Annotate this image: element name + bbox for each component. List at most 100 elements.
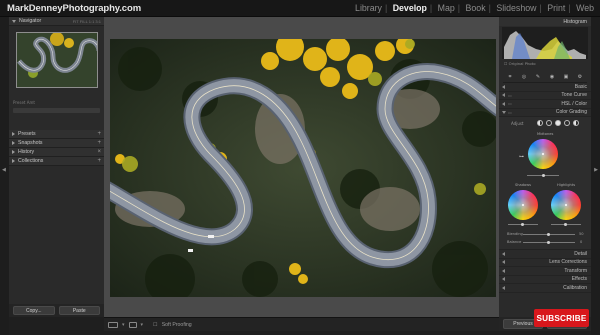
collapsed-triangle-icon (502, 251, 505, 256)
shadows-wheel[interactable] (508, 190, 538, 220)
image-canvas[interactable] (104, 17, 499, 317)
module-map[interactable]: Map (438, 3, 455, 13)
expanded-triangle-icon (502, 110, 506, 114)
navigator-thumbnail-image (17, 33, 97, 87)
panel-detail[interactable]: Detail (499, 250, 591, 259)
blending-value[interactable]: 50 (579, 232, 584, 236)
eyedropper-icon[interactable]: ⊶ (519, 154, 524, 160)
collapsed-triangle-icon (12, 159, 15, 163)
shadows-lum-knob[interactable] (521, 223, 524, 226)
right-panel: Histogram ☐ Original Photo ⌗ ◎ ✎ ◉ ▣ ⚙ B… (499, 17, 591, 317)
add-snapshot-icon[interactable]: + (97, 140, 101, 146)
color-grading-modes (537, 120, 579, 126)
collapse-left-icon[interactable]: ◀ (2, 167, 6, 173)
module-library[interactable]: Library (355, 3, 382, 13)
panel-toggle-icon[interactable]: ▭ (508, 101, 512, 106)
blending-label: Blending (507, 232, 523, 236)
collapse-right-icon[interactable]: ▶ (594, 167, 598, 173)
preset-amount-area: Preset Amt (9, 92, 104, 130)
mask-icon[interactable]: ▣ (564, 74, 569, 80)
histogram-graph (504, 31, 586, 59)
panel-calibration-label: Calibration (563, 284, 587, 291)
before-after-dropdown-icon[interactable]: ▾ (141, 322, 144, 328)
panel-toggle-icon[interactable]: ▭ (508, 93, 512, 98)
loupe-view-icon[interactable] (108, 321, 118, 328)
midtones-mode-icon[interactable] (555, 120, 561, 126)
module-slideshow[interactable]: Slideshow (496, 3, 536, 13)
midtones-lum-knob[interactable] (542, 174, 545, 177)
subscribe-button[interactable]: SUBSCRIBE (534, 309, 589, 327)
soft-proofing-checkbox-icon[interactable]: ☐ (153, 322, 158, 328)
paste-button[interactable]: Paste (58, 306, 100, 315)
histogram-header[interactable]: Histogram (499, 17, 591, 26)
heal-icon[interactable]: ◎ (522, 74, 527, 80)
collapsed-triangle-icon (12, 150, 15, 154)
main-photo[interactable] (110, 39, 496, 297)
highlights-lum-knob[interactable] (564, 223, 567, 226)
panel-color-grading[interactable]: ▭ Color Grading (499, 109, 591, 117)
history-header[interactable]: History × (9, 148, 104, 157)
view-dropdown-icon[interactable]: ▾ (122, 322, 125, 328)
panel-hsl[interactable]: ▭ HSL / Color (499, 100, 591, 109)
add-preset-icon[interactable]: + (97, 131, 101, 137)
highlights-label: Highlights (557, 183, 576, 187)
panel-transform[interactable]: Transform (499, 267, 591, 276)
gear-icon[interactable]: ⚙ (578, 74, 583, 80)
highlights-wheel-handle[interactable] (565, 204, 567, 206)
collections-header[interactable]: Collections + (9, 157, 104, 166)
clear-history-icon[interactable]: × (97, 149, 101, 155)
panel-calibration[interactable]: Calibration (499, 284, 591, 293)
midtones-wheel-handle[interactable] (542, 153, 544, 155)
develop-toolbar: ▾ ▾ ☐ Soft Proofing (104, 317, 499, 331)
collapsed-triangle-icon (502, 93, 505, 98)
soft-proofing-label[interactable]: Soft Proofing (162, 322, 192, 328)
shadows-wheel-handle[interactable] (522, 204, 524, 206)
midtones-wheel[interactable] (528, 139, 558, 169)
blending-knob[interactable] (547, 233, 550, 236)
collapsed-triangle-icon (12, 132, 15, 136)
panel-tone-curve[interactable]: ▭ Tone Curve (499, 92, 591, 100)
snapshots-header[interactable]: Snapshots + (9, 139, 104, 148)
highlights-mode-icon[interactable] (564, 120, 570, 126)
brush-icon[interactable]: ✎ (536, 74, 541, 80)
color-grading-body: Adjust Midtones ⊶ Shadows Highlights Ble… (499, 117, 591, 250)
module-develop[interactable]: Develop (393, 3, 427, 13)
module-print[interactable]: Print (547, 3, 565, 13)
global-mode-icon[interactable] (573, 120, 579, 126)
navigator-header[interactable]: Navigator FIT FILL 1:1 3:1 (9, 17, 104, 26)
panel-tone-curve-label: Tone Curve (561, 92, 587, 99)
highlights-wheel[interactable] (551, 190, 581, 220)
balance-value[interactable]: 0 (580, 240, 582, 244)
shadows-mode-icon[interactable] (546, 120, 552, 126)
preset-amount-label: Preset Amt (13, 100, 35, 105)
collapsed-triangle-icon (502, 101, 505, 106)
panel-transform-label: Transform (564, 267, 587, 274)
module-book[interactable]: Book (466, 3, 486, 13)
eye-icon[interactable]: ◉ (550, 74, 555, 80)
right-edge-strip[interactable]: ▶ (591, 17, 600, 335)
expand-triangle-icon (12, 19, 16, 23)
histogram-title: Histogram (563, 18, 587, 25)
snapshots-label: Snapshots (18, 140, 43, 146)
panel-toggle-icon[interactable]: ▭ (508, 110, 512, 115)
panel-color-grading-label: Color Grading (555, 109, 587, 116)
panel-detail-label: Detail (574, 250, 587, 257)
add-collection-icon[interactable]: + (97, 158, 101, 164)
balance-knob[interactable] (547, 241, 550, 244)
panel-lens-corrections[interactable]: Lens Corrections (499, 259, 591, 267)
module-web[interactable]: Web (576, 3, 594, 13)
collapsed-triangle-icon (502, 268, 505, 273)
left-edge-strip[interactable]: ◀ (0, 17, 9, 335)
preset-amount-slider[interactable] (13, 108, 100, 113)
before-after-icon[interactable] (128, 321, 137, 328)
copy-button[interactable]: Copy... (13, 306, 55, 315)
navigator-zoom-options[interactable]: FIT FILL 1:1 3:1 (73, 19, 101, 24)
three-way-mode-icon[interactable] (537, 120, 543, 126)
histogram[interactable] (502, 27, 588, 59)
shadows-label: Shadows (515, 183, 532, 187)
panel-effects[interactable]: Effects (499, 276, 591, 284)
navigator-thumbnail[interactable] (16, 32, 98, 88)
panel-basic[interactable]: Basic (499, 83, 591, 92)
presets-header[interactable]: Presets + (9, 130, 104, 139)
crop-icon[interactable]: ⌗ (508, 74, 513, 80)
